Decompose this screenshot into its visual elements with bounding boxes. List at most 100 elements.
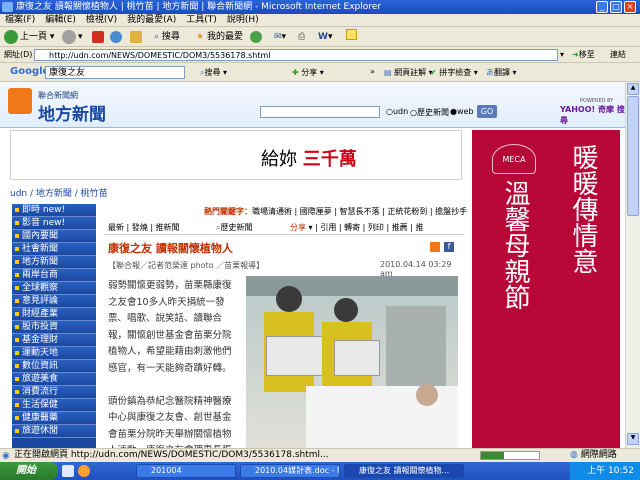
google-logo[interactable]: Google — [10, 66, 49, 77]
banner-ad[interactable]: 給妳 三千萬 — [10, 130, 462, 180]
site-go-button[interactable]: GO — [477, 105, 497, 118]
menu-view[interactable]: 檢視(V) — [81, 14, 122, 27]
side-ad[interactable]: MECA 暖暖傳情意 溫馨母親節 — [472, 130, 620, 448]
print-link[interactable]: 列印 — [368, 223, 384, 232]
recommend-link[interactable]: 推薦 — [392, 223, 408, 232]
nav-item-food[interactable]: 旅遊美食 — [12, 373, 96, 386]
nav-item-fashion[interactable]: 消費流行 — [12, 386, 96, 399]
site-search-input[interactable] — [260, 106, 380, 118]
breadcrumb-local[interactable]: 地方新聞 — [36, 189, 72, 199]
back-button[interactable]: 上一頁 ▾ — [4, 29, 54, 45]
nav-item-domestic[interactable]: 國內要聞 — [12, 230, 96, 243]
stop-button[interactable] — [92, 29, 106, 45]
push-link[interactable]: 推 — [415, 223, 423, 232]
forward-button[interactable]: ▾ — [62, 29, 83, 45]
task-folder[interactable]: 201004 — [136, 464, 236, 478]
search-option-udn[interactable]: ○udn — [386, 107, 408, 116]
scrollbar-thumb[interactable] — [627, 96, 639, 216]
nav-item-instant[interactable]: 即時 new! — [12, 204, 96, 217]
status-text: 正在開啟網頁 http://udn.com/NEWS/DOMESTIC/DOM3… — [14, 450, 329, 460]
google-more-button[interactable]: » — [370, 67, 375, 76]
nav-item-leisure[interactable]: 旅遊休閒 — [12, 425, 96, 438]
nav-item-global[interactable]: 全球觀察 — [12, 282, 96, 295]
go-button[interactable]: ➜移至 — [572, 49, 595, 60]
nav-item-cross-strait[interactable]: 兩岸台商 — [12, 269, 96, 282]
search-option-web[interactable]: ●web — [450, 107, 474, 116]
close-button[interactable]: × — [624, 1, 636, 13]
google-share-button[interactable]: ✚ 分享 ▾ — [292, 67, 324, 78]
hot-keyword-links[interactable]: 職場清通術 | 國際厘夢 | 智慧長不落 | 正統花粉到 | 擔盤抄手 — [252, 207, 467, 216]
minimize-button[interactable]: _ — [596, 1, 608, 13]
ad-slogan-2: 溫馨母親節 — [500, 180, 530, 310]
mail-button[interactable]: ✉▾ — [274, 29, 286, 45]
article-photo[interactable] — [246, 276, 458, 448]
rss-icon[interactable] — [430, 242, 440, 252]
address-input[interactable]: http://udn.com/NEWS/DOMESTIC/DOM3/553617… — [34, 49, 558, 61]
refresh-button[interactable] — [110, 29, 124, 45]
menu-tools[interactable]: 工具(T) — [181, 14, 222, 27]
note-icon — [346, 29, 357, 40]
nav-item-health-life[interactable]: 生活保健 — [12, 399, 96, 412]
menu-help[interactable]: 說明(H) — [222, 14, 264, 27]
menu-file[interactable]: 檔案(F) — [0, 14, 40, 27]
site-header: 聯合新聞網 地方新聞 ○udn ○歷史新聞 ●web GO POWERED BY… — [0, 82, 625, 128]
firefox-icon[interactable] — [78, 465, 90, 477]
google-search-input[interactable]: 康復之友 — [45, 66, 185, 79]
google-translate-button[interactable]: あ翻譯 ▾ — [486, 67, 517, 78]
share-icon: ✚ — [292, 68, 299, 77]
system-tray: 上午 10:52 — [570, 462, 640, 480]
annotate-icon: ▤ — [384, 68, 392, 77]
google-spell-button[interactable]: ✔ 拼字檢查 ▾ — [430, 67, 478, 78]
facebook-icon[interactable]: f — [444, 242, 454, 252]
menu-favorites[interactable]: 我的最愛(A) — [122, 14, 181, 27]
favorites-button[interactable]: ★ 我的最愛 — [196, 29, 243, 45]
meca-logo: MECA — [492, 144, 536, 174]
note-button[interactable] — [346, 29, 357, 45]
task-ie[interactable]: 康復之友 讀報關懷植物... — [344, 464, 464, 478]
nav-item-digital[interactable]: 數位資訊 — [12, 360, 96, 373]
forward-link[interactable]: 轉寄 — [344, 223, 360, 232]
nav-item-video[interactable]: 影音 new! — [12, 217, 96, 230]
news-tabs[interactable]: 最新 | 發燒 | 推新聞 — [108, 222, 180, 233]
google-search-button[interactable]: ⌕搜尋 ▾ — [200, 67, 227, 78]
nav-item-sports[interactable]: 運動天地 — [12, 347, 96, 360]
breadcrumb-region[interactable]: 桃竹苗 — [81, 189, 108, 199]
nav-item-finance[interactable]: 財經產業 — [12, 308, 96, 321]
scroll-down-icon[interactable]: ▼ — [627, 433, 639, 445]
breadcrumb-udn[interactable]: udn — [10, 189, 27, 199]
history-button[interactable] — [250, 29, 264, 45]
nav-item-opinion[interactable]: 意見評論 — [12, 295, 96, 308]
share-link[interactable]: 分享 — [290, 223, 306, 232]
cite-link[interactable]: 引用 — [320, 223, 336, 232]
search-button[interactable]: ⌕ 搜尋 — [154, 29, 180, 45]
maximize-button[interactable]: □ — [610, 1, 622, 13]
yahoo-logo[interactable]: YAHOO! 奇摩 搜尋 — [560, 104, 625, 126]
desktop-icon[interactable] — [62, 465, 74, 477]
nav-item-society[interactable]: 社會新聞 — [12, 243, 96, 256]
menu-edit[interactable]: 編輯(E) — [40, 14, 81, 27]
site-brand[interactable]: 地方新聞 — [38, 100, 106, 125]
home-icon — [130, 30, 142, 43]
address-label: 網址(D) — [4, 50, 33, 59]
clock[interactable]: 上午 10:52 — [587, 466, 634, 476]
start-button[interactable]: 開始 — [0, 462, 58, 480]
links-button[interactable]: 連結 — [610, 49, 626, 60]
nav-item-medical[interactable]: 健康醫藥 — [12, 412, 96, 425]
udn-logo-icon[interactable] — [8, 88, 32, 114]
print-button[interactable]: ⎙ — [298, 29, 305, 45]
nav-item-stocks[interactable]: 股市投資 — [12, 321, 96, 334]
dropdown-arrow-icon[interactable]: ▾ — [560, 50, 564, 59]
history-icon — [250, 30, 262, 43]
nav-item-local[interactable]: 地方新聞 — [12, 256, 96, 269]
vertical-scrollbar[interactable]: ▲ ▼ — [625, 82, 640, 448]
history-news-link[interactable]: ⌕歷史新聞 — [216, 222, 252, 233]
category-nav: 即時 new! 影音 new! 國內要聞 社會新聞 地方新聞 兩岸台商 全球觀察… — [12, 204, 96, 448]
window-title: 康復之友 讀報關懷植物人 | 桃竹苗 | 地方新聞 | 聯合新聞網 - Micr… — [16, 2, 381, 12]
scroll-up-icon[interactable]: ▲ — [627, 83, 639, 95]
google-annotate-button[interactable]: ▤ 網頁註解 ▾ — [384, 67, 433, 78]
nav-item-funds[interactable]: 基金理財 — [12, 334, 96, 347]
task-word[interactable]: 2010.04媒計表.doc - Mic... — [240, 464, 340, 478]
home-button[interactable] — [130, 29, 144, 45]
search-option-history[interactable]: ○歷史新聞 — [410, 107, 449, 118]
edit-button[interactable]: W▾ — [318, 29, 332, 45]
